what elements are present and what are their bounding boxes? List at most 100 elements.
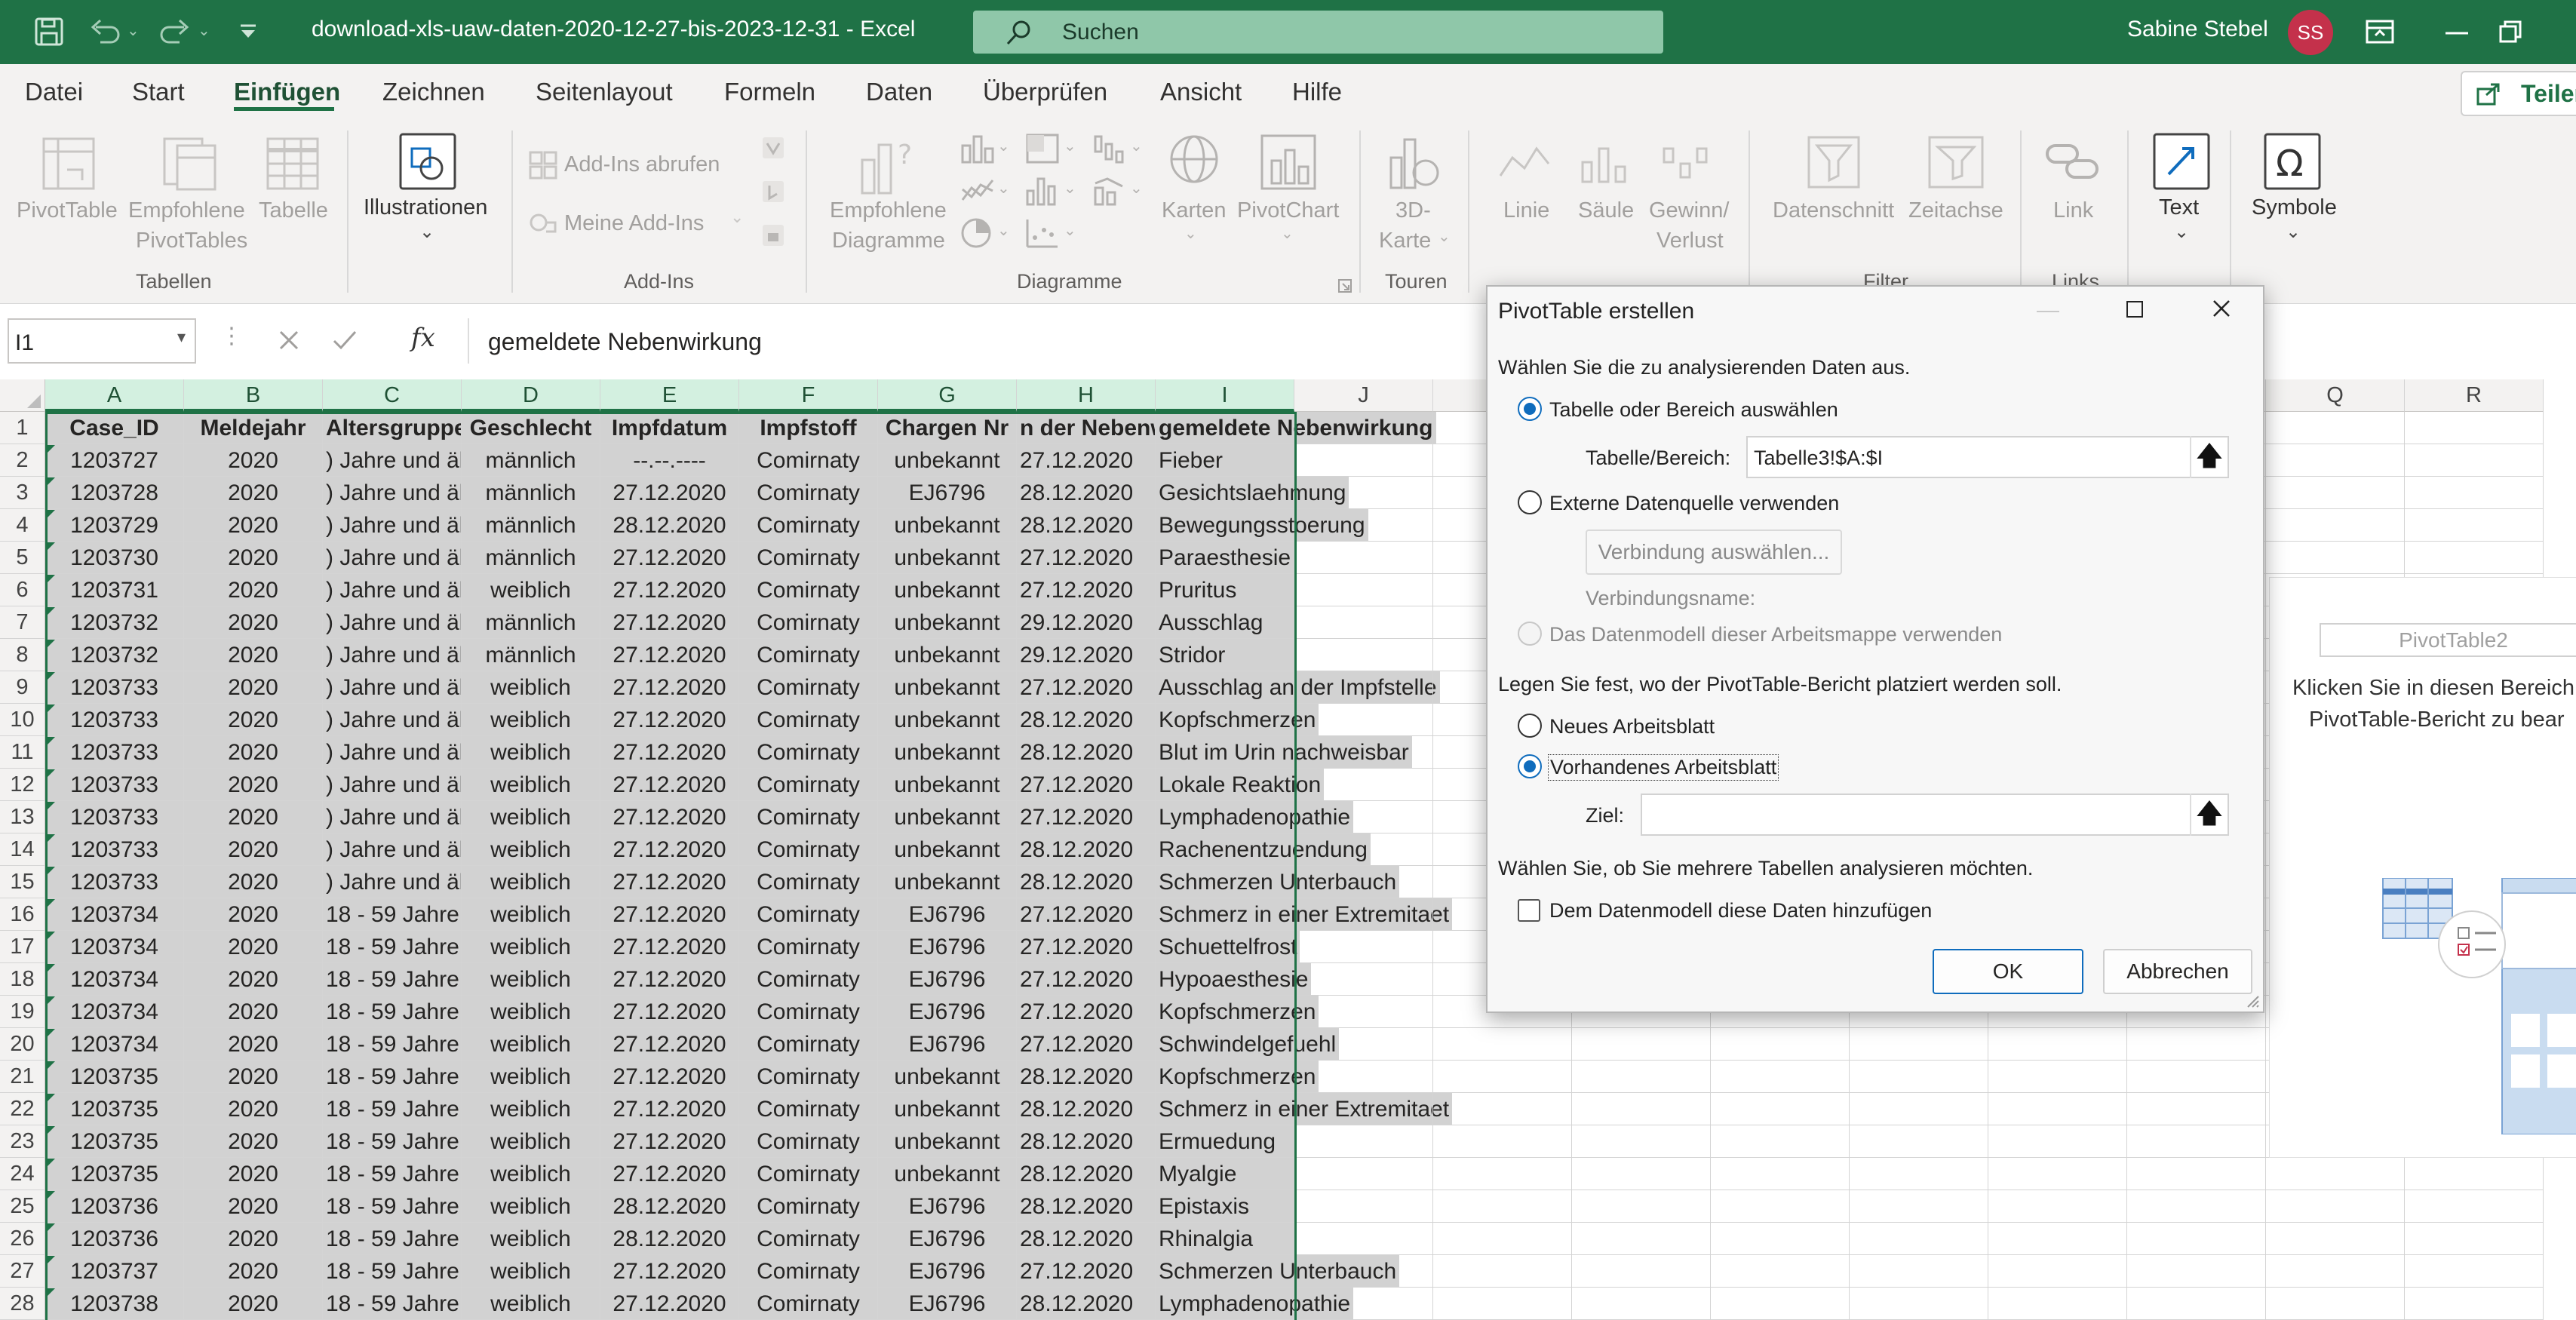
table-cell[interactable]: [1433, 1061, 1572, 1093]
table-cell[interactable]: EJ6796: [878, 1190, 1017, 1223]
table-cell[interactable]: [2266, 1158, 2405, 1190]
table-cell[interactable]: ) Jahre und ält: [323, 671, 462, 704]
table-cell[interactable]: Comirnaty: [739, 606, 878, 639]
row-header[interactable]: 28: [0, 1288, 45, 1320]
table-cell[interactable]: unbekannt: [878, 509, 1017, 542]
table-cell[interactable]: [1988, 1125, 2127, 1158]
table-cell[interactable]: unbekannt: [878, 639, 1017, 671]
table-cell[interactable]: [1294, 671, 1433, 704]
tab-seitenlayout[interactable]: Seitenlayout: [536, 78, 673, 106]
table-cell[interactable]: [1988, 1093, 2127, 1125]
table-cell[interactable]: [1294, 606, 1433, 639]
table-cell[interactable]: weiblich: [462, 1093, 600, 1125]
table-cell[interactable]: [2405, 444, 2544, 477]
table-cell[interactable]: ) Jahre und ält: [323, 801, 462, 833]
resize-grip-icon[interactable]: [2245, 993, 2260, 1008]
table-cell[interactable]: weiblich: [462, 963, 600, 996]
table-cell[interactable]: [1294, 1190, 1433, 1223]
table-cell[interactable]: 18 - 59 Jahre: [323, 996, 462, 1028]
table-cell[interactable]: 1203733: [45, 833, 184, 866]
row-header[interactable]: 23: [0, 1125, 45, 1158]
table-cell[interactable]: 27.12.2020: [1017, 574, 1156, 606]
row-header[interactable]: 13: [0, 801, 45, 833]
table-cell[interactable]: weiblich: [462, 704, 600, 736]
row-header[interactable]: 19: [0, 996, 45, 1028]
table-cell[interactable]: weiblich: [462, 1125, 600, 1158]
table-cell[interactable]: 28.12.2020: [1017, 1288, 1156, 1320]
table-cell[interactable]: weiblich: [462, 898, 600, 931]
table-cell[interactable]: [2405, 1190, 2544, 1223]
table-cell[interactable]: [1294, 1158, 1433, 1190]
table-cell[interactable]: 18 - 59 Jahre: [323, 1093, 462, 1125]
table-cell[interactable]: 27.12.2020: [600, 1028, 739, 1061]
table-cell[interactable]: 2020: [184, 509, 323, 542]
table-cell[interactable]: 27.12.2020: [1017, 1255, 1156, 1288]
radio-new-worksheet-label[interactable]: Neues Arbeitsblatt: [1549, 715, 1715, 738]
table-cell[interactable]: 28.12.2020: [1017, 477, 1156, 509]
table-cell[interactable]: 18 - 59 Jahre: [323, 1028, 462, 1061]
table-cell[interactable]: 2020: [184, 769, 323, 801]
add-to-datamodel-checkbox[interactable]: [1518, 899, 1540, 922]
table-cell[interactable]: [2127, 1061, 2266, 1093]
table-cell[interactable]: [1294, 639, 1433, 671]
table-cell[interactable]: [1988, 1223, 2127, 1255]
cancel-button[interactable]: Abbrechen: [2103, 949, 2252, 994]
table-cell[interactable]: 28.12.2020: [1017, 833, 1156, 866]
table-cell[interactable]: 18 - 59 Jahre: [323, 931, 462, 963]
table-cell[interactable]: 1203734: [45, 898, 184, 931]
search-box[interactable]: Suchen: [973, 11, 1663, 54]
name-box[interactable]: I1 ▾: [8, 318, 196, 364]
table-cell[interactable]: 28.12.2020: [1017, 509, 1156, 542]
table-cell[interactable]: Case_ID: [45, 412, 184, 444]
table-cell[interactable]: Comirnaty: [739, 736, 878, 769]
table-cell[interactable]: 2020: [184, 1028, 323, 1061]
column-header[interactable]: D: [462, 379, 600, 412]
table-cell[interactable]: weiblich: [462, 1190, 600, 1223]
table-cell[interactable]: 27.12.2020: [1017, 963, 1156, 996]
table-cell[interactable]: 27.12.2020: [600, 833, 739, 866]
table-cell[interactable]: unbekannt: [878, 1061, 1017, 1093]
table-cell[interactable]: ) Jahre und ält: [323, 606, 462, 639]
table-cell[interactable]: 27.12.2020: [600, 574, 739, 606]
table-cell[interactable]: [1572, 1223, 1711, 1255]
table-cell[interactable]: ) Jahre und ält: [323, 833, 462, 866]
table-cell[interactable]: 27.12.2020: [600, 606, 739, 639]
table-cell[interactable]: 27.12.2020: [600, 1061, 739, 1093]
waterfall-chart-icon[interactable]: [1092, 132, 1128, 165]
statistic-chart-icon[interactable]: [1024, 174, 1061, 207]
table-cell[interactable]: [1433, 1223, 1572, 1255]
table-cell[interactable]: 18 - 59 Jahre: [323, 963, 462, 996]
table-cell[interactable]: Comirnaty: [739, 639, 878, 671]
table-cell[interactable]: Myalgie: [1156, 1158, 1294, 1190]
table-cell[interactable]: 18 - 59 Jahre: [323, 1255, 462, 1288]
table-cell[interactable]: unbekannt: [878, 736, 1017, 769]
tab-zeichnen[interactable]: Zeichnen: [382, 78, 485, 106]
radio-external-source-label[interactable]: Externe Datenquelle verwenden: [1549, 492, 1839, 515]
table-cell[interactable]: [1988, 1028, 2127, 1061]
table-cell[interactable]: männlich: [462, 477, 600, 509]
table-cell[interactable]: 18 - 59 Jahre: [323, 898, 462, 931]
row-header[interactable]: 6: [0, 574, 45, 606]
table-cell[interactable]: unbekannt: [878, 606, 1017, 639]
row-header[interactable]: 16: [0, 898, 45, 931]
table-cell[interactable]: [1433, 1288, 1572, 1320]
table-cell[interactable]: 27.12.2020: [600, 1093, 739, 1125]
table-cell[interactable]: [1294, 898, 1433, 931]
table-cell[interactable]: 2020: [184, 1190, 323, 1223]
choose-connection-button[interactable]: Verbindung auswählen...: [1586, 530, 1842, 575]
table-cell[interactable]: n der Nebenw: [1017, 412, 1156, 444]
table-cell[interactable]: Comirnaty: [739, 1223, 878, 1255]
visio-icon[interactable]: [760, 135, 786, 161]
table-cell[interactable]: [1294, 574, 1433, 606]
table-cell[interactable]: weiblich: [462, 1158, 600, 1190]
table-cell[interactable]: Comirnaty: [739, 444, 878, 477]
row-header[interactable]: 1: [0, 412, 45, 444]
table-cell[interactable]: 2020: [184, 963, 323, 996]
table-cell[interactable]: Comirnaty: [739, 963, 878, 996]
table-cell[interactable]: [1850, 1061, 1988, 1093]
target-input[interactable]: 🡅: [1641, 794, 2229, 836]
table-cell[interactable]: Impfstoff: [739, 412, 878, 444]
table-cell[interactable]: [1294, 542, 1433, 574]
row-header[interactable]: 4: [0, 509, 45, 542]
row-header[interactable]: 27: [0, 1255, 45, 1288]
